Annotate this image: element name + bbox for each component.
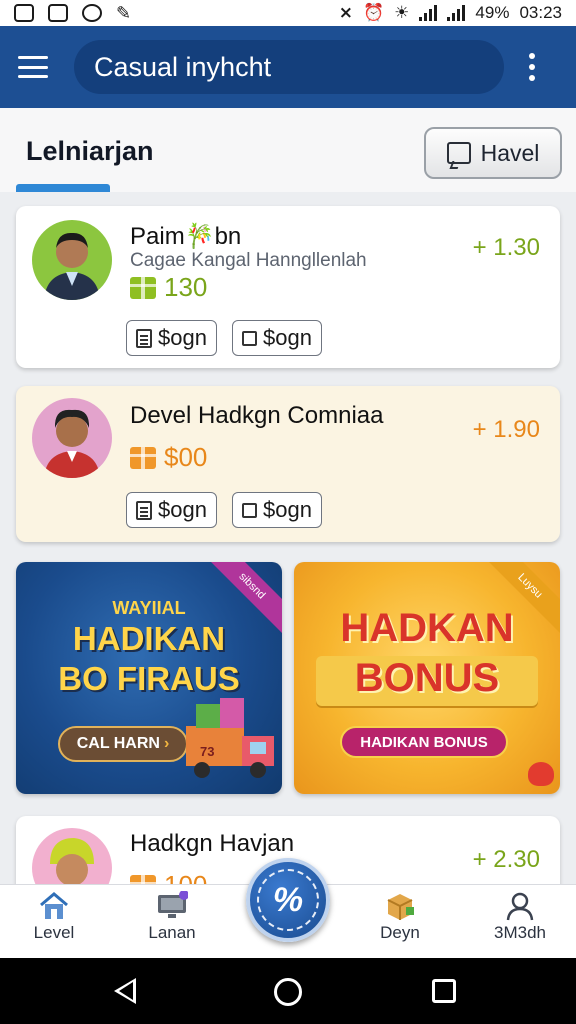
- havel-button-label: Havel: [480, 139, 540, 166]
- nav-item-lanan[interactable]: Lanan: [122, 891, 222, 943]
- banner-cta-label: CAL HARN: [76, 735, 160, 752]
- checkbox-icon: [242, 330, 257, 346]
- promo-banner-right[interactable]: Luysu HADKAN BONUS HADIKAN BONUS: [294, 562, 560, 794]
- search-text: Casual inyhcht: [94, 51, 272, 82]
- banner-cta-button[interactable]: HADIKAN BONUS: [340, 726, 508, 758]
- nav-item-deyn[interactable]: Deyn: [350, 891, 450, 943]
- heart-icon: [528, 762, 554, 786]
- signal-icon-2: [447, 5, 466, 21]
- gift-icon: [130, 446, 156, 469]
- system-navigation-bar: [0, 958, 576, 1024]
- document-icon: [136, 500, 152, 520]
- checkbox-icon: [242, 502, 257, 518]
- document-icon: [136, 328, 152, 348]
- notification-icon: [14, 4, 34, 22]
- truck-badge: 73: [200, 744, 215, 759]
- list-item[interactable]: Paim🎋bn Cagae Kangal Hanngllenlah 130 + …: [16, 206, 560, 368]
- image-icon: [48, 4, 68, 22]
- hamburger-menu-icon[interactable]: [18, 56, 48, 78]
- card-amount: $00: [130, 442, 207, 473]
- section-header: Lelniarjan Havel: [0, 108, 576, 192]
- tab-indicator: [16, 184, 110, 192]
- home-circle-icon[interactable]: [274, 978, 302, 1006]
- card-delta: + 1.90: [472, 416, 540, 443]
- package-icon: [387, 894, 414, 920]
- battery-level: 49%: [475, 3, 510, 22]
- mute-icon: ⨯: [338, 3, 353, 22]
- chat-icon: [446, 142, 471, 164]
- card-name: Hadkgn Havjan: [130, 830, 295, 857]
- clock-time: 03:23: [519, 3, 562, 22]
- chip-button[interactable]: $ogn: [232, 320, 322, 356]
- chip-label: $ogn: [158, 497, 207, 522]
- monitor-icon: [158, 891, 188, 918]
- gift-icon: [130, 276, 156, 299]
- card-delta: + 2.30: [472, 846, 540, 873]
- banner-title-line2: BONUS: [354, 656, 500, 700]
- list-item[interactable]: Devel Hadkgn Comniaa $00 + 1.90 $ogn $og…: [16, 386, 560, 542]
- card-amount-value: $00: [164, 442, 208, 472]
- chip-button[interactable]: $ogn: [232, 492, 322, 528]
- wrench-icon: ✎: [116, 2, 132, 23]
- clock-icon: [82, 4, 102, 22]
- avatar: [32, 398, 112, 478]
- banner-cta-button[interactable]: CAL HARN ›: [58, 726, 188, 762]
- card-subtitle: Cagae Kangal Hanngllenlah: [130, 250, 367, 271]
- person-icon: [506, 892, 534, 921]
- signal-icon: [419, 5, 438, 21]
- chevron-right-icon: ›: [163, 735, 170, 752]
- section-title[interactable]: Lelniarjan: [26, 136, 154, 167]
- chip-button[interactable]: $ogn: [126, 320, 217, 356]
- recent-apps-icon[interactable]: [432, 979, 456, 1003]
- chip-button[interactable]: $ogn: [126, 492, 217, 528]
- avatar: [32, 220, 112, 300]
- delivery-truck-icon: [186, 698, 274, 778]
- card-name: Devel Hadkgn Comniaa: [130, 402, 384, 429]
- nav-label: Lanan: [148, 923, 196, 942]
- banner-title-line2: BO FIRAUS: [58, 660, 240, 697]
- card-name: Paim🎋bn: [130, 223, 242, 250]
- nav-label: Level: [33, 923, 75, 942]
- status-bar: ✎ ⨯ ⏰ ☀ 49% 03:23: [0, 0, 576, 26]
- back-icon[interactable]: [114, 978, 136, 1004]
- card-amount: 130: [130, 272, 207, 303]
- brightness-icon: ☀: [394, 3, 410, 22]
- card-amount-value: 130: [164, 272, 208, 302]
- chip-label: $ogn: [263, 497, 312, 522]
- search-bar[interactable]: Casual inyhcht: [74, 40, 504, 94]
- banner-cta-label: HADIKAN BONUS: [360, 733, 488, 751]
- home-icon: [40, 892, 68, 919]
- promo-banner-left[interactable]: sibsnd WAYIIAL HADIKAN BO FIRAUS CAL HAR…: [16, 562, 282, 794]
- percent-icon: %: [257, 869, 319, 931]
- havel-button[interactable]: Havel: [424, 127, 562, 179]
- nav-item-profile[interactable]: 3M3dh: [470, 891, 570, 943]
- nav-item-level[interactable]: Level: [4, 891, 104, 943]
- chip-label: $ogn: [158, 325, 207, 350]
- center-action-button[interactable]: %: [246, 858, 330, 942]
- banner-kicker: WAYIIAL: [112, 598, 186, 618]
- app-bar: Casual inyhcht: [0, 26, 576, 108]
- banner-title-line1: HADIKAN: [72, 620, 226, 657]
- nav-label: 3M3dh: [494, 923, 546, 942]
- chip-label: $ogn: [263, 325, 312, 350]
- alarm-icon: ⏰: [363, 3, 385, 22]
- card-delta: + 1.30: [472, 234, 540, 261]
- banner-title-line1: HADKAN: [340, 606, 514, 650]
- nav-label: Deyn: [380, 923, 420, 942]
- more-options-icon[interactable]: [528, 53, 536, 81]
